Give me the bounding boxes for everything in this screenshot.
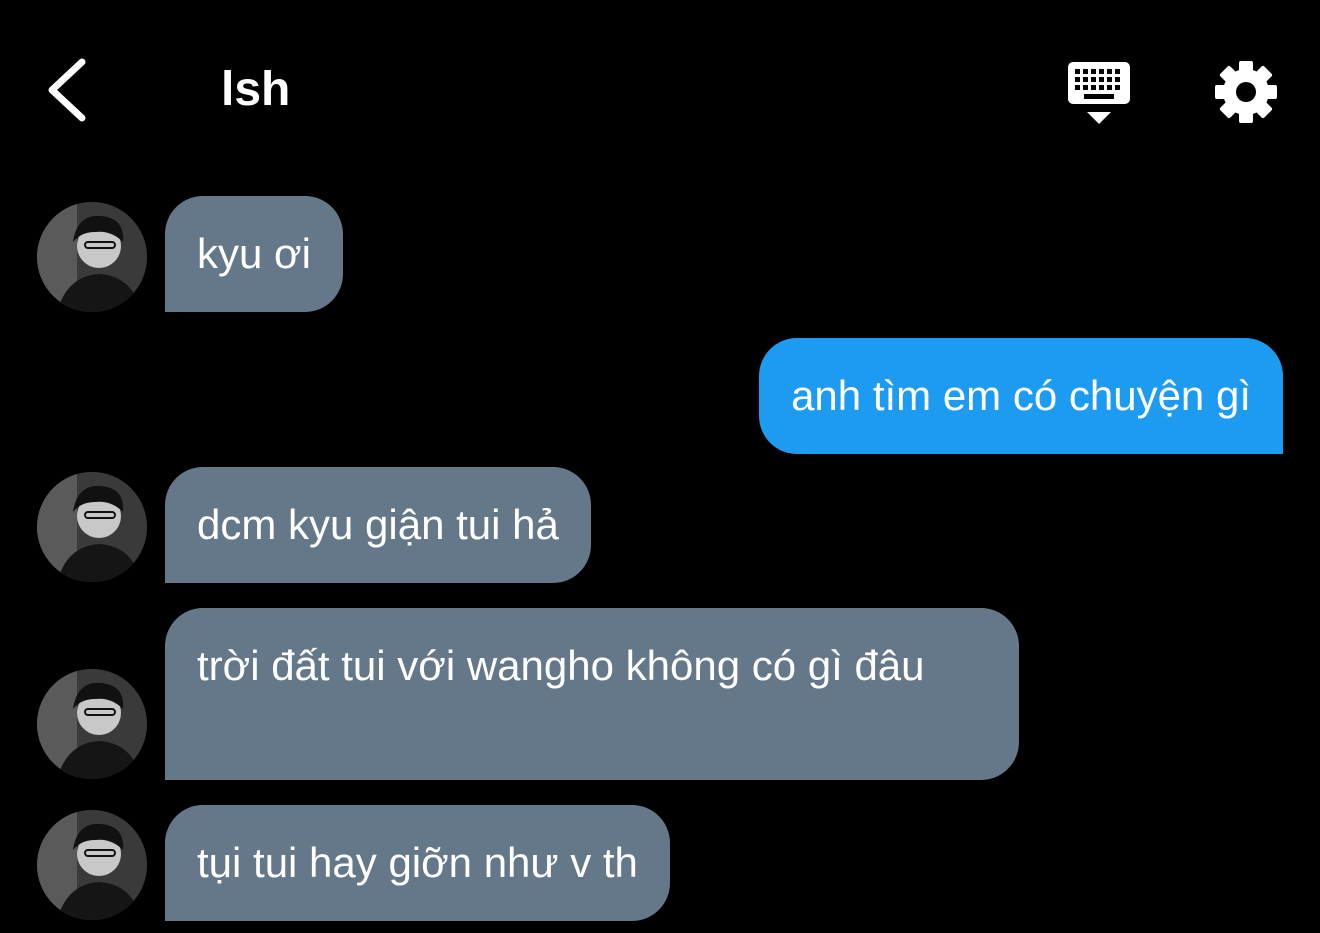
avatar-image [37, 810, 147, 920]
avatar-image [37, 202, 147, 312]
avatar-image [37, 472, 147, 582]
message-bubble-incoming: dcm kyu giận tui hả [165, 467, 591, 583]
message-bubble-incoming: tụi tui hay giỡn như v th [165, 805, 670, 921]
message-bubble-outgoing: anh tìm em có chuyện gì [759, 338, 1283, 454]
avatar[interactable] [37, 810, 147, 920]
message-list: kyu ơi anh tìm em có chuyện gì dcm kyu g… [0, 0, 1320, 933]
avatar-image [37, 669, 147, 779]
avatar[interactable] [37, 472, 147, 582]
avatar[interactable] [37, 202, 147, 312]
message-bubble-incoming: trời đất tui với wangho không có gì đâu [165, 608, 1019, 780]
avatar[interactable] [37, 669, 147, 779]
message-bubble-incoming: kyu ơi [165, 196, 343, 312]
